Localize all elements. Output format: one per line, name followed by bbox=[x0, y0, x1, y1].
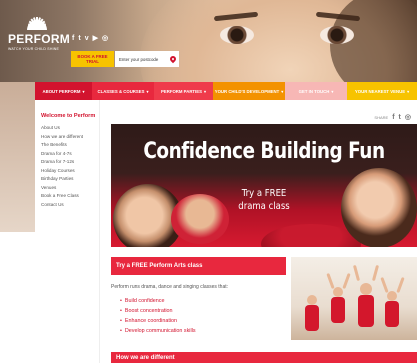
twitter-share-icon[interactable]: t bbox=[399, 114, 401, 121]
sidebar-item-book-free-class[interactable]: Book a Free Class bbox=[41, 192, 99, 201]
sidebar-title: Welcome to Perform bbox=[41, 113, 96, 119]
list-item: Enhance coordination bbox=[120, 316, 196, 326]
list-item: Develop communication skills bbox=[120, 326, 196, 336]
banner-subtitle-2: drama class bbox=[238, 201, 290, 212]
sidebar-item-about-us[interactable]: About Us bbox=[41, 124, 99, 133]
nav-get-in-touch[interactable]: GET IN TOUCH ▾ bbox=[285, 82, 347, 100]
sidebar-item-how-different[interactable]: How we are different bbox=[41, 133, 99, 142]
sidebar: Welcome to Perform About Us How we are d… bbox=[35, 100, 100, 363]
chevron-down-icon: ▾ bbox=[82, 88, 85, 94]
instagram-share-icon[interactable]: ◎ bbox=[405, 113, 411, 121]
instagram-icon[interactable]: ◎ bbox=[102, 35, 108, 42]
banner-subtitle: Try a FREE bbox=[241, 188, 287, 199]
facebook-share-icon[interactable]: f bbox=[392, 114, 394, 121]
sidebar-item-drama-7-12[interactable]: Drama for 7-12s bbox=[41, 158, 99, 167]
location-pin-button[interactable] bbox=[167, 51, 179, 67]
sun-icon bbox=[16, 8, 58, 30]
list-item: Build confidence bbox=[120, 296, 196, 306]
nav-about-perform[interactable]: ABOUT PERFORM ▾ bbox=[35, 82, 92, 100]
nav-perform-parties[interactable]: PERFORM PARTIES ▾ bbox=[154, 82, 213, 100]
hero-left-strip bbox=[0, 82, 35, 232]
vimeo-icon[interactable]: v bbox=[85, 35, 89, 42]
chevron-down-icon: ▾ bbox=[281, 88, 284, 94]
sidebar-item-contact-us[interactable]: Contact Us bbox=[41, 201, 99, 210]
main-nav: ABOUT PERFORM ▾ CLASSES & COURSES ▾ PERFOR… bbox=[35, 82, 417, 100]
share-bar: SHARE f t ◎ bbox=[374, 113, 411, 122]
list-item: Boost concentration bbox=[120, 306, 196, 316]
share-label: SHARE bbox=[374, 114, 389, 120]
chevron-down-icon: ▾ bbox=[146, 88, 149, 94]
book-free-trial-button[interactable]: BOOK A FREE TRIAL bbox=[71, 51, 114, 67]
hero-header: PERFORM WATCH YOUR CHILD SHINE f t v ▶ ◎… bbox=[0, 0, 417, 82]
social-links: f t v ▶ ◎ bbox=[72, 35, 108, 42]
logo-wordmark: PERFORM bbox=[8, 32, 71, 46]
sidebar-item-holiday-courses[interactable]: Holiday Courses bbox=[41, 167, 99, 176]
sidebar-item-birthday-parties[interactable]: Birthday Parties bbox=[41, 175, 99, 184]
nav-classes-courses[interactable]: CLASSES & COURSES ▾ bbox=[92, 82, 154, 100]
chevron-down-icon: ▾ bbox=[407, 88, 410, 94]
youtube-icon[interactable]: ▶ bbox=[93, 35, 98, 42]
facebook-icon[interactable]: f bbox=[72, 35, 74, 42]
banner-title: Confidence Building Fun bbox=[143, 138, 385, 164]
nav-child-development[interactable]: YOUR CHILD'S DEVELOPMENT ▾ bbox=[213, 82, 285, 100]
sidebar-item-benefits[interactable]: The Benefits bbox=[41, 141, 99, 150]
chevron-down-icon: ▾ bbox=[331, 88, 334, 94]
twitter-icon[interactable]: t bbox=[78, 35, 80, 42]
logo-tagline: WATCH YOUR CHILD SHINE bbox=[8, 47, 60, 51]
class-photo bbox=[291, 257, 417, 340]
perform-logo[interactable]: PERFORM WATCH YOUR CHILD SHINE bbox=[8, 8, 71, 51]
location-pin-icon bbox=[168, 54, 178, 63]
intro-text: Perform runs drama, dance and singing cl… bbox=[111, 284, 229, 290]
nav-nearest-venue[interactable]: YOUR NEAREST VENUE ▾ bbox=[347, 82, 417, 100]
chevron-down-icon: ▾ bbox=[203, 88, 206, 94]
sidebar-item-venues[interactable]: Venues bbox=[41, 184, 99, 193]
main-content: SHARE f t ◎ Confidence Building Fun Try … bbox=[108, 100, 417, 363]
sidebar-item-drama-4-7[interactable]: Drama for 4-7s bbox=[41, 150, 99, 159]
benefits-list: Build confidence Boost concentration Enh… bbox=[120, 296, 196, 336]
free-class-heading: Try a FREE Perform Arts class bbox=[111, 257, 286, 275]
postcode-input[interactable] bbox=[115, 51, 167, 67]
how-different-heading: How we are different bbox=[111, 352, 417, 363]
hero-banner[interactable]: Confidence Building Fun Try a FREE drama… bbox=[111, 124, 417, 247]
